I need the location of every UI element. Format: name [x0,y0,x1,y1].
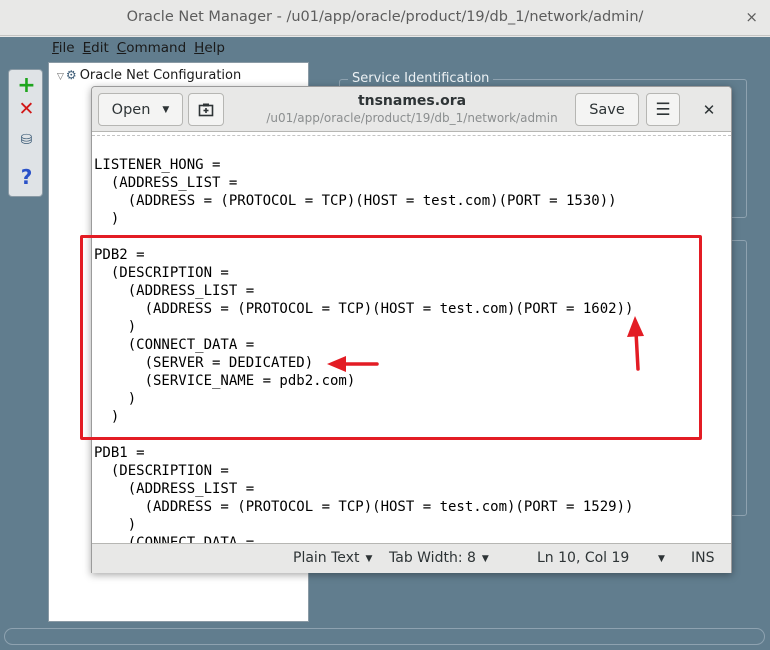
editor-statusbar: Plain Text ▼ Tab Width: 8 ▼ Ln 10, Col 19 … [92,543,731,573]
code-line: LISTENER_HONG = [94,157,221,173]
window-titlebar: Oracle Net Manager - /u01/app/oracle/pro… [0,0,770,36]
code-line: PDB1 = [94,445,145,461]
delete-icon[interactable]: ✕ [9,97,44,121]
insert-mode-indicator: INS [691,550,715,566]
code-line: (ADDRESS = (PROTOCOL = TCP)(HOST = test.… [94,499,634,515]
toolbox: + ✕ ⛁ ? [8,69,43,197]
service-identification-label: Service Identification [348,71,494,86]
editor-headerbar: Open ▼ tnsnames.ora /u01/app/oracle/prod… [92,87,731,132]
code-line: (CONNECT_DATA = [94,535,255,543]
editor-top-divider [92,135,731,136]
window-close-button[interactable]: × [745,8,758,26]
menu-command[interactable]: Command [117,40,186,60]
add-icon[interactable]: + [9,74,44,98]
chevron-down-icon: ▼ [658,554,665,564]
cursor-position[interactable]: Ln 10, Col 19 [537,550,629,566]
hamburger-menu-icon[interactable]: ☰ [646,93,680,126]
document-title: tnsnames.ora [357,93,467,109]
open-button[interactable]: Open ▼ [98,93,183,126]
menu-edit[interactable]: Edit [83,40,109,60]
chevron-down-icon: ▼ [162,104,170,115]
code-line: (ADDRESS_LIST = [94,481,255,497]
collapse-icon[interactable]: ▽ [57,72,64,82]
cursor-position-label: Ln 10, Col 19 [537,550,630,566]
horizontal-scrollbar[interactable] [4,628,765,645]
highlight-box [80,235,702,440]
tree-root-item[interactable]: ▽ ⚙ Oracle Net Configuration [57,68,241,83]
editor-close-button[interactable]: ✕ [697,93,721,126]
help-icon[interactable]: ? [9,165,44,189]
document-path: /u01/app/oracle/product/19/db_1/network/… [266,111,558,125]
tab-width-label: Tab Width: 8 [389,550,476,566]
chevron-down-icon: ▼ [481,554,489,564]
network-icon: ⚙ [65,68,77,82]
new-tab-icon [198,103,214,116]
tree-root-label: Oracle Net Configuration [79,68,242,83]
tab-width-selector[interactable]: Tab Width: 8 ▼ [389,550,489,566]
code-line: ) [94,517,137,533]
menu-help[interactable]: Help [194,40,225,60]
open-label: Open [111,101,151,118]
code-line: ) [94,211,120,227]
menu-file[interactable]: File [52,40,75,60]
window-title: Oracle Net Manager - /u01/app/oracle/pro… [126,9,644,25]
test-service-icon[interactable]: ⛁ [9,128,44,152]
new-document-button[interactable] [188,93,224,126]
chevron-down-icon: ▼ [365,554,373,564]
language-selector[interactable]: Plain Text ▼ [293,550,372,566]
position-menu-chevron[interactable]: ▼ [652,550,665,566]
save-button[interactable]: Save [575,93,639,126]
menubar: File Edit Command Help [52,40,225,60]
language-label: Plain Text [293,550,360,566]
code-line: (DESCRIPTION = [94,463,229,479]
code-line: (ADDRESS_LIST = [94,175,238,191]
code-line: (ADDRESS = (PROTOCOL = TCP)(HOST = test.… [94,193,617,209]
